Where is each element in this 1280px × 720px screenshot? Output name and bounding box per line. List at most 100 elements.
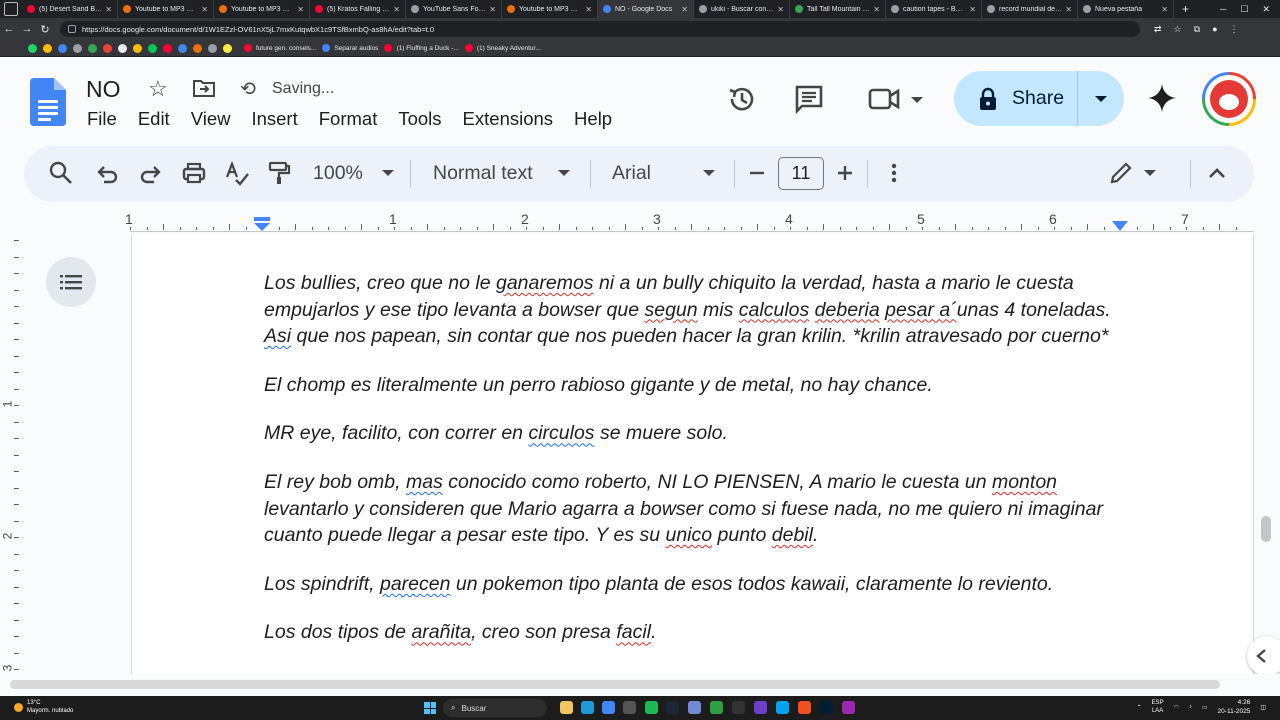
document-outline-button[interactable] xyxy=(46,257,96,307)
zoom-select[interactable]: 100% xyxy=(313,162,363,185)
undo-icon[interactable] xyxy=(94,160,120,186)
capcut-icon[interactable] xyxy=(732,701,745,714)
menu-insert[interactable]: Insert xyxy=(251,108,297,130)
horizontal-ruler[interactable]: 1 1 2 3 4 5 6 7 xyxy=(0,206,1280,234)
battery-icon[interactable]: ▭ xyxy=(1202,704,1208,711)
taskbar-clock[interactable]: 4:26 20-11-2025 xyxy=(1218,698,1251,716)
tab-close-icon[interactable]: ✕ xyxy=(393,5,400,14)
increase-font-size-icon[interactable] xyxy=(832,160,858,186)
font-family-select[interactable]: Arial xyxy=(612,162,651,185)
profile-icon[interactable]: ● xyxy=(1212,24,1217,35)
browser-tab[interactable]: (5) Desert Sand Blow...✕ xyxy=(22,0,118,18)
whatsapp-bookmark-icon[interactable] xyxy=(28,43,37,53)
paint-format-icon[interactable] xyxy=(266,160,292,186)
tray-chevron-up-icon[interactable]: ⌃ xyxy=(1137,704,1142,711)
editing-mode-chevron-down-icon[interactable] xyxy=(1144,170,1156,176)
menu-help[interactable]: Help xyxy=(574,108,612,130)
version-history-icon[interactable] xyxy=(726,84,756,114)
chrome-bookmark-icon[interactable] xyxy=(73,43,82,53)
spotify-icon[interactable] xyxy=(645,701,658,714)
document-title[interactable]: NO xyxy=(86,76,121,103)
steam-icon[interactable] xyxy=(666,701,679,714)
volume-icon[interactable]: ♪ xyxy=(1189,704,1192,710)
browser-tab[interactable]: Youtube to MP3 Conv...✕ xyxy=(214,0,310,18)
browser-more-icon[interactable]: ⋮ xyxy=(1230,24,1239,35)
tab-close-icon[interactable]: ✕ xyxy=(777,5,784,14)
search-bookmark-icon[interactable] xyxy=(208,43,217,53)
sheets-app-icon[interactable] xyxy=(710,701,723,714)
left-indent-marker[interactable] xyxy=(253,217,271,231)
right-indent-marker[interactable] xyxy=(1112,221,1128,231)
decrease-font-size-icon[interactable] xyxy=(744,160,770,186)
tab-close-icon[interactable]: ✕ xyxy=(201,5,208,14)
maps-bookmark-icon[interactable] xyxy=(178,43,187,53)
discord-icon[interactable] xyxy=(688,701,701,714)
url-field[interactable]: https://docs.google.com/document/d/1W1EZ… xyxy=(60,21,1140,37)
reload-icon[interactable]: ↻ xyxy=(36,23,54,36)
converter-bookmark-icon[interactable] xyxy=(193,43,202,53)
redo-icon[interactable] xyxy=(138,160,164,186)
document-paragraph[interactable]: El rey bob omb, mas conocido como robert… xyxy=(264,469,1114,549)
gemini-icon[interactable] xyxy=(1146,82,1178,114)
more-options-icon[interactable] xyxy=(881,160,907,186)
share-button[interactable]: Share xyxy=(954,71,1124,126)
font-size-input[interactable]: 11 xyxy=(778,157,824,190)
close-window-icon[interactable]: ✕ xyxy=(1262,4,1270,15)
tab-close-icon[interactable]: ✕ xyxy=(297,5,304,14)
bookmark-item[interactable]: future gen. consels... xyxy=(244,44,316,52)
browser-tab[interactable]: Youtube to MP3 Conv...✕ xyxy=(118,0,214,18)
menu-format[interactable]: Format xyxy=(319,108,378,130)
taskbar-search[interactable]: ⌕ Buscar xyxy=(443,699,547,717)
print-icon[interactable] xyxy=(181,160,207,186)
paragraph-style-select[interactable]: Normal text xyxy=(433,162,533,185)
comments-icon[interactable] xyxy=(794,84,824,114)
menu-file[interactable]: File xyxy=(87,108,117,130)
docs-logo-icon[interactable] xyxy=(30,78,66,126)
browser-tab[interactable]: YouTube Sans Font F...✕ xyxy=(406,0,502,18)
editing-mode-pencil-icon[interactable] xyxy=(1108,160,1134,186)
app-icon[interactable] xyxy=(798,701,811,714)
vertical-scrollbar-thumb[interactable] xyxy=(1261,516,1271,542)
youtube-bookmark-icon[interactable] xyxy=(163,43,172,53)
browser-tab[interactable]: record mundial de s... ✕ xyxy=(982,0,1078,18)
browser-tab[interactable]: Nueva pestaña ✕ xyxy=(1078,0,1174,18)
windows-start-icon[interactable] xyxy=(424,702,436,714)
tab-close-icon[interactable]: ✕ xyxy=(1161,5,1168,14)
document-body[interactable]: Los bullies, creo que no le ganaremos ni… xyxy=(264,270,1114,668)
meet-video-icon[interactable] xyxy=(868,86,924,112)
bookmark-item[interactable]: (1) Sneaky Adventur... xyxy=(464,44,541,52)
menu-tools[interactable]: Tools xyxy=(398,108,441,130)
document-paragraph[interactable]: MR eye, facilito, con correr en circulos… xyxy=(264,420,1114,447)
share-main-button[interactable]: Share xyxy=(954,71,1078,126)
document-paragraph[interactable]: Los spindrift, parecen un pokemon tipo p… xyxy=(264,571,1114,598)
edge-icon[interactable] xyxy=(581,701,594,714)
tab-close-icon[interactable]: ✕ xyxy=(585,5,592,14)
folder-bookmark-icon[interactable] xyxy=(223,43,232,53)
menu-edit[interactable]: Edit xyxy=(138,108,170,130)
notifications-icon[interactable]: ◫ xyxy=(1260,704,1266,711)
star-bookmark-icon[interactable] xyxy=(43,43,52,53)
app-icon[interactable] xyxy=(754,701,767,714)
new-tab-icon[interactable]: + xyxy=(1182,2,1189,16)
vertical-ruler[interactable]: 1 2 3 xyxy=(0,234,22,674)
search-menus-icon[interactable] xyxy=(48,160,74,186)
tab-close-icon[interactable]: ✕ xyxy=(681,5,688,14)
share-options-dropdown[interactable] xyxy=(1078,95,1124,103)
tab-close-icon[interactable]: ✕ xyxy=(105,5,112,14)
sheets-bookmark-icon[interactable] xyxy=(88,43,97,53)
document-paragraph[interactable]: El chomp es literalmente un perro rabios… xyxy=(264,372,1114,399)
app-icon[interactable] xyxy=(623,701,636,714)
browser-tab[interactable]: NO - Google Docs ✕ xyxy=(598,0,694,18)
file-explorer-icon[interactable] xyxy=(560,701,573,714)
github-bookmark-icon[interactable] xyxy=(118,43,127,53)
maximize-icon[interactable]: ☐ xyxy=(1240,4,1248,15)
tab-close-icon[interactable]: ✕ xyxy=(1065,5,1072,14)
translate-icon[interactable]: ⇄ xyxy=(1154,24,1162,35)
browser-tab[interactable]: ukiki - Buscar con Go...✕ xyxy=(694,0,790,18)
browser-tab[interactable]: Tall Tall Mountain - S... ✕ xyxy=(790,0,886,18)
browser-tab[interactable]: (5) Kratos Falling to... ✕ xyxy=(310,0,406,18)
document-page[interactable]: Los bullies, creo que no le ganaremos ni… xyxy=(131,234,1254,674)
bookmark-star-icon[interactable]: ☆ xyxy=(1174,24,1182,35)
chrome-icon[interactable] xyxy=(602,701,615,714)
browser-menu-icon[interactable] xyxy=(4,2,18,16)
